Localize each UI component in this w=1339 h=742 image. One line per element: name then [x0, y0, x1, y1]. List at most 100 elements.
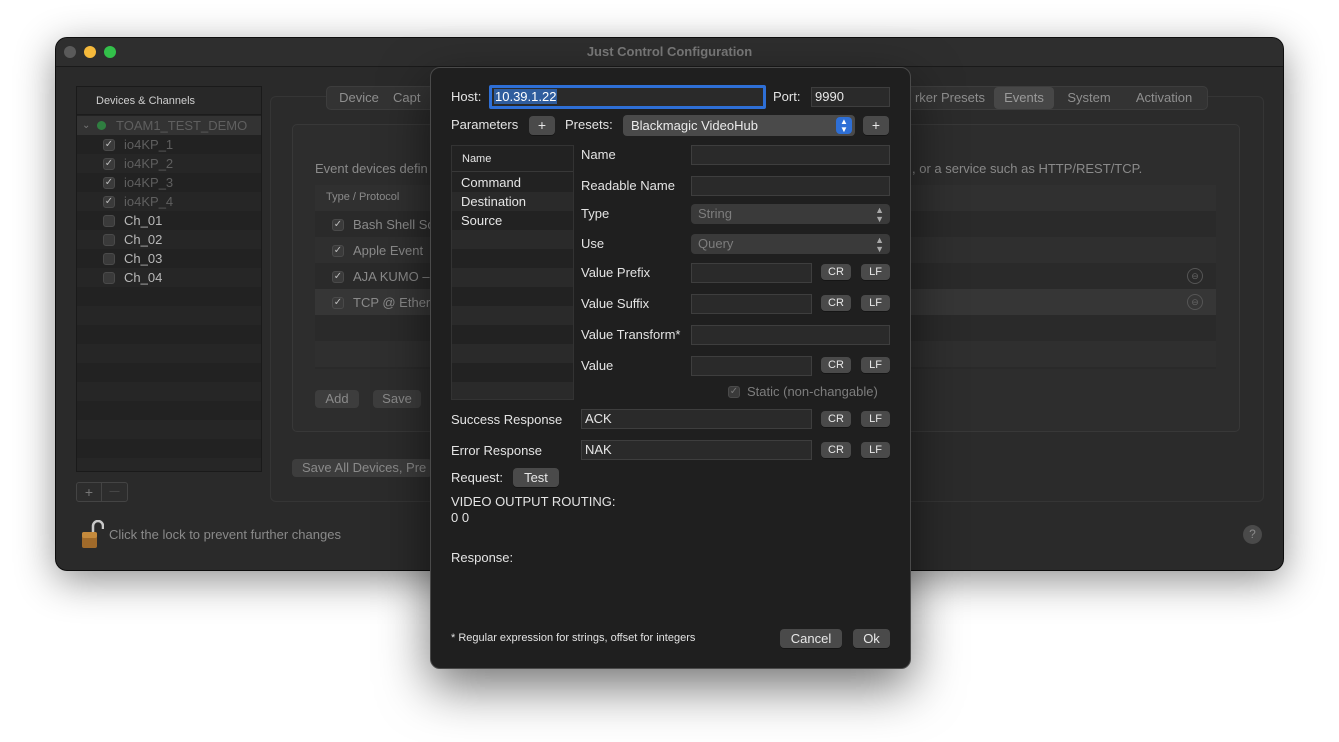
checkbox[interactable]: ✓ — [103, 177, 115, 189]
tab-marker-presets[interactable]: rker Presets — [905, 87, 995, 109]
lock-message: Click the lock to prevent further change… — [109, 527, 341, 542]
prefix-cr-button[interactable]: CR — [821, 264, 851, 280]
value-transform-input[interactable] — [691, 325, 890, 345]
checkbox[interactable]: ✓ — [332, 297, 344, 309]
ok-button[interactable]: Ok — [853, 629, 890, 648]
success-response-label: Success Response — [451, 412, 563, 427]
empty-row — [452, 344, 573, 363]
empty-row — [452, 268, 573, 287]
value-cr-button[interactable]: CR — [821, 357, 851, 373]
request-text-line1: VIDEO OUTPUT ROUTING: — [451, 494, 616, 509]
checkbox[interactable]: ✓ — [103, 158, 115, 170]
value-lf-button[interactable]: LF — [861, 357, 890, 373]
empty-row — [452, 230, 573, 249]
error-response-input[interactable]: NAK — [581, 440, 812, 460]
value-label: Value — [581, 358, 614, 373]
sidebar-item[interactable]: Ch_01 — [77, 211, 261, 230]
checkbox[interactable]: ✓ — [332, 271, 344, 283]
remove-device-button[interactable]: — — [102, 483, 127, 501]
help-button[interactable]: ? — [1243, 525, 1262, 544]
sidebar-item-label: io4KP_2 — [124, 156, 174, 171]
row-label: Bash Shell Sc — [353, 217, 434, 232]
sidebar-item[interactable]: Ch_02 — [77, 230, 261, 249]
request-text-line2: 0 0 — [451, 510, 470, 525]
remove-row-icon[interactable]: ⊖ — [1187, 294, 1203, 310]
empty-row — [77, 458, 261, 471]
sidebar-item-label: Ch_02 — [124, 232, 163, 247]
use-dropdown[interactable]: Query ▲ ▼ — [691, 234, 890, 254]
suffix-cr-button[interactable]: CR — [821, 295, 851, 311]
tab-system[interactable]: System — [1057, 87, 1121, 109]
value-suffix-label: Value Suffix — [581, 296, 650, 311]
use-value: Query — [698, 236, 734, 251]
value-suffix-input[interactable] — [691, 294, 812, 314]
sidebar-item[interactable]: Ch_03 — [77, 249, 261, 268]
value-transform-label: Value Transform* — [581, 327, 681, 342]
value-prefix-input[interactable] — [691, 263, 812, 283]
checkbox[interactable]: ✓ — [103, 196, 115, 208]
sidebar-item-label: Ch_04 — [124, 270, 163, 285]
checkbox[interactable] — [103, 234, 115, 246]
add-preset-button[interactable]: + — [863, 116, 889, 135]
success-lf-button[interactable]: LF — [861, 411, 890, 427]
add-parameter-button[interactable]: + — [529, 116, 555, 135]
response-label: Response: — [451, 550, 514, 565]
row-label: Apple Event — [353, 243, 424, 258]
type-value: String — [698, 206, 732, 221]
parameter-list-header: Name — [452, 146, 573, 172]
lock-icon[interactable] — [82, 519, 105, 550]
chevron-updown-icon: ▲ ▼ — [875, 205, 884, 224]
list-item[interactable]: Destination — [452, 192, 573, 211]
save-button[interactable]: Save — [373, 390, 421, 408]
test-button[interactable]: Test — [513, 468, 559, 487]
error-cr-button[interactable]: CR — [821, 442, 851, 458]
suffix-lf-button[interactable]: LF — [861, 295, 890, 311]
port-input[interactable]: 9990 — [811, 87, 890, 107]
tab-capture[interactable]: Capt — [393, 87, 433, 109]
add-button[interactable]: Add — [315, 390, 359, 408]
add-device-button[interactable]: + — [77, 483, 102, 501]
tab-activation[interactable]: Activation — [1123, 87, 1205, 109]
checkbox[interactable]: ✓ — [332, 219, 344, 231]
presets-dropdown[interactable]: Blackmagic VideoHub ▲ ▼ — [623, 115, 855, 136]
name-input[interactable] — [691, 145, 890, 165]
type-dropdown[interactable]: String ▲ ▼ — [691, 204, 890, 224]
sidebar-device-row[interactable]: ⌄ TOAM1_TEST_DEMO — [77, 116, 261, 135]
success-cr-button[interactable]: CR — [821, 411, 851, 427]
value-input[interactable] — [691, 356, 812, 376]
readable-name-input[interactable] — [691, 176, 890, 196]
sidebar-item[interactable]: ✓ io4KP_1 — [77, 135, 261, 154]
sidebar-add-remove: + — — [76, 482, 128, 502]
host-input[interactable]: 10.39.1.22 — [489, 85, 766, 109]
parameters-dialog: Host: 10.39.1.22 Port: 9990 Parameters +… — [430, 67, 911, 669]
disclosure-chevron-icon[interactable]: ⌄ — [82, 116, 90, 135]
success-response-input[interactable]: ACK — [581, 409, 812, 429]
list-item[interactable]: Source — [452, 211, 573, 230]
checkbox[interactable]: ✓ — [103, 139, 115, 151]
checkbox[interactable]: ✓ — [332, 245, 344, 257]
tab-events[interactable]: Events — [994, 87, 1054, 109]
sidebar-item[interactable]: Ch_04 — [77, 268, 261, 287]
empty-row — [452, 306, 573, 325]
static-checkbox[interactable]: ✓ — [728, 386, 740, 398]
row-label: AJA KUMO – — [353, 269, 430, 284]
checkbox[interactable] — [103, 272, 115, 284]
row-label: TCP @ Ether — [353, 295, 431, 310]
title-bar[interactable]: Just Control Configuration — [56, 38, 1283, 67]
remove-row-icon[interactable]: ⊖ — [1187, 268, 1203, 284]
static-label: Static (non-changable) — [747, 384, 878, 399]
window-title: Just Control Configuration — [586, 44, 753, 59]
list-item[interactable]: Command — [452, 173, 573, 192]
events-description-tail: , or a service such as HTTP/REST/TCP. — [912, 161, 1143, 176]
host-label: Host: — [451, 89, 482, 104]
sidebar-item[interactable]: ✓ io4KP_3 — [77, 173, 261, 192]
sidebar-item[interactable]: ✓ io4KP_4 — [77, 192, 261, 211]
save-all-devices-button[interactable]: Save All Devices, Pre — [292, 459, 432, 477]
sidebar-item[interactable]: ✓ io4KP_2 — [77, 154, 261, 173]
tab-device[interactable]: Device — [327, 87, 391, 109]
checkbox[interactable] — [103, 253, 115, 265]
cancel-button[interactable]: Cancel — [780, 629, 842, 648]
checkbox[interactable] — [103, 215, 115, 227]
prefix-lf-button[interactable]: LF — [861, 264, 890, 280]
error-lf-button[interactable]: LF — [861, 442, 890, 458]
